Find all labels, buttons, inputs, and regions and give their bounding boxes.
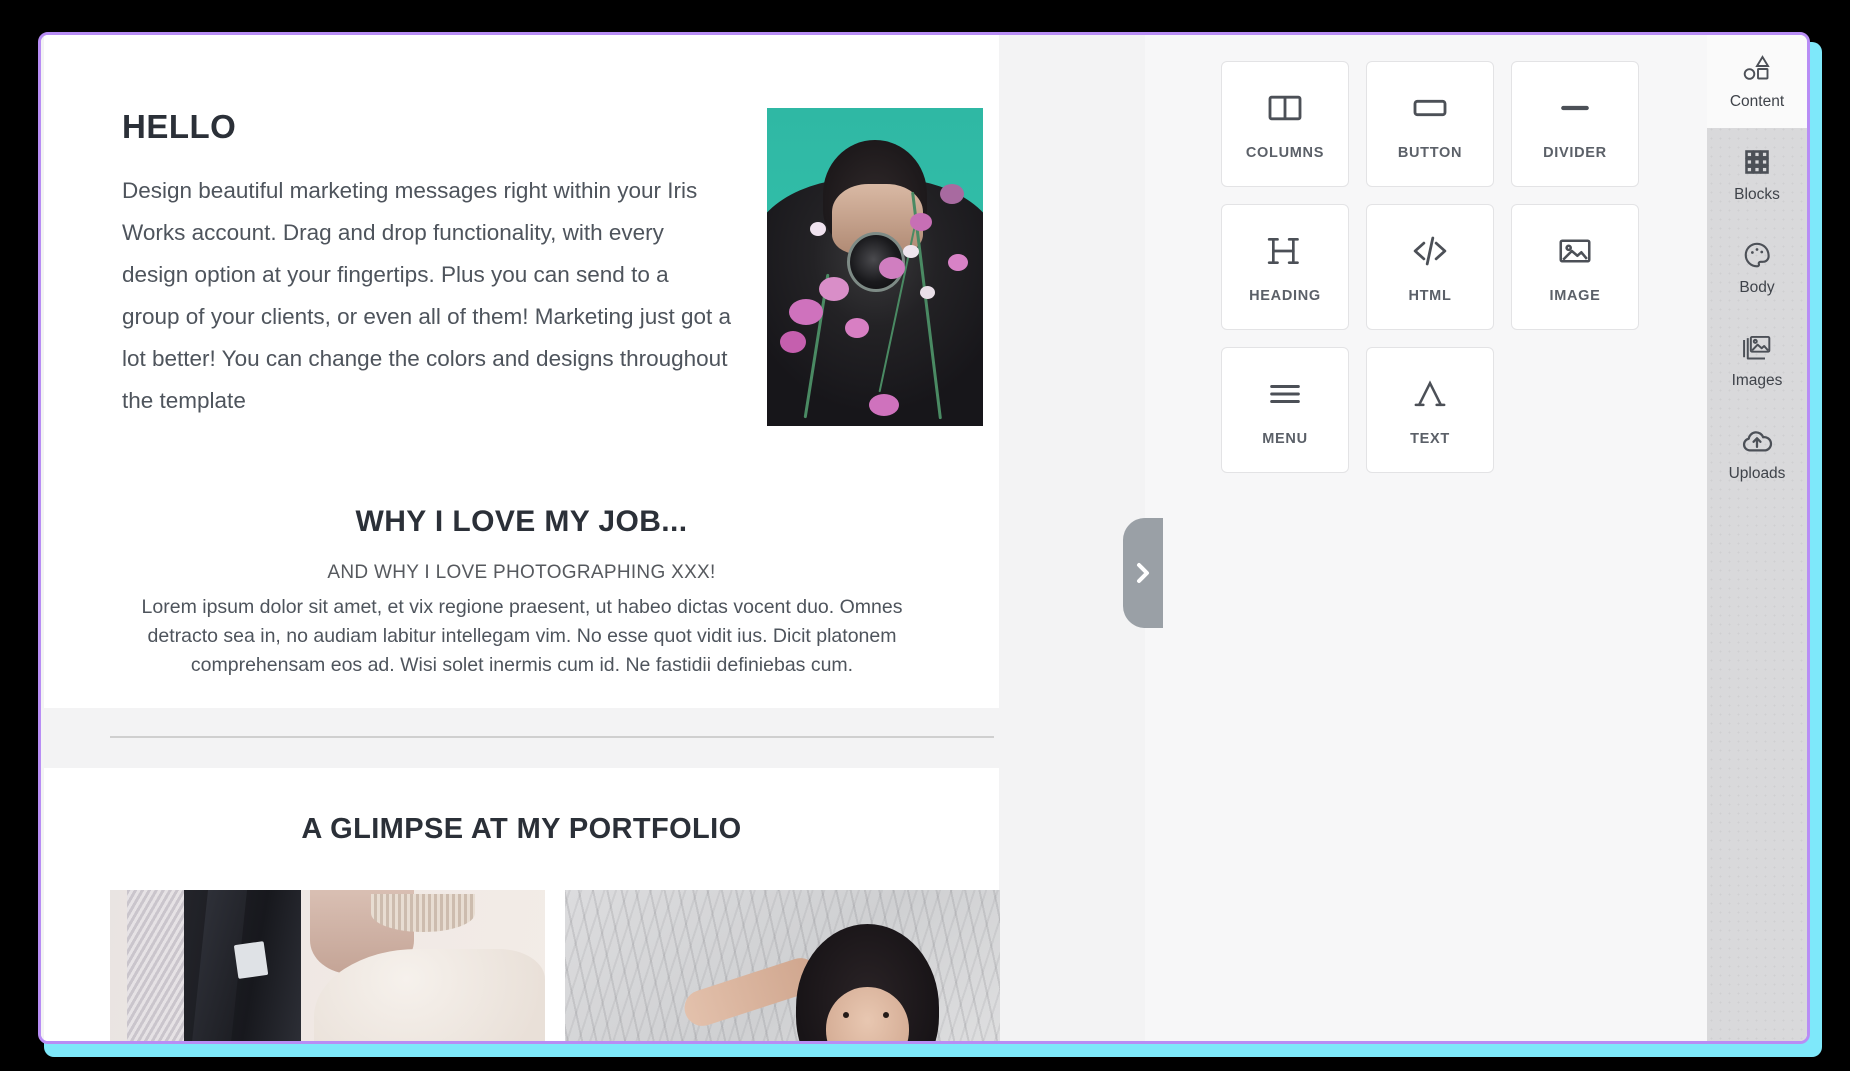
content-tile-label: DIVIDER bbox=[1543, 145, 1607, 161]
section-heading: WHY I LOVE MY JOB... bbox=[355, 505, 688, 538]
portfolio-image-2[interactable] bbox=[565, 890, 1000, 1041]
rail-tab-label: Images bbox=[1731, 372, 1783, 389]
content-tile-button[interactable]: BUTTON bbox=[1366, 61, 1494, 187]
portfolio-image-row bbox=[110, 890, 1000, 1041]
code-icon bbox=[1409, 230, 1451, 272]
content-tile-label: IMAGE bbox=[1549, 288, 1601, 304]
email-block-portfolio[interactable]: A GLIMPSE AT MY PORTFOLIO bbox=[44, 768, 1000, 1041]
content-tile-grid: COLUMNS BUTTON DIVIDER HEADING HTML IMAG… bbox=[1221, 61, 1641, 473]
panel-tab-rail: Content Blocks Body Images Uploads bbox=[1707, 35, 1807, 1041]
shapes-icon bbox=[1741, 52, 1773, 86]
palette-icon bbox=[1742, 238, 1772, 272]
chevron-right-icon bbox=[1133, 559, 1153, 587]
content-tile-menu[interactable]: MENU bbox=[1221, 347, 1349, 473]
content-tile-html[interactable]: HTML bbox=[1366, 204, 1494, 330]
portfolio-heading: A GLIMPSE AT MY PORTFOLIO bbox=[301, 813, 742, 845]
content-tile-image[interactable]: IMAGE bbox=[1511, 204, 1639, 330]
section-paragraph: Lorem ipsum dolor sit amet, et vix regio… bbox=[141, 596, 903, 676]
heading-icon bbox=[1265, 230, 1305, 272]
content-tile-label: COLUMNS bbox=[1245, 145, 1325, 161]
panel-collapse-handle[interactable] bbox=[1123, 518, 1163, 628]
hello-heading: HELLO bbox=[122, 108, 237, 145]
menu-icon bbox=[1265, 373, 1305, 415]
content-tile-label: BUTTON bbox=[1397, 145, 1463, 161]
content-tile-label: HTML bbox=[1408, 288, 1452, 304]
cloud-upload-icon bbox=[1741, 424, 1773, 458]
rail-tab-uploads[interactable]: Uploads bbox=[1707, 407, 1807, 500]
email-block-intro[interactable]: HELLO Design beautiful marketing message… bbox=[44, 35, 999, 708]
rail-tab-blocks[interactable]: Blocks bbox=[1707, 128, 1807, 221]
rail-tab-images[interactable]: Images bbox=[1707, 314, 1807, 407]
grid-icon bbox=[1743, 145, 1771, 179]
content-tile-columns[interactable]: COLUMNS bbox=[1221, 61, 1349, 187]
email-canvas[interactable]: HELLO Design beautiful marketing message… bbox=[41, 35, 1145, 1041]
content-blocks-panel: COLUMNS BUTTON DIVIDER HEADING HTML IMAG… bbox=[1194, 35, 1654, 1041]
content-tile-text[interactable]: TEXT bbox=[1366, 347, 1494, 473]
content-tile-divider[interactable]: DIVIDER bbox=[1511, 61, 1639, 187]
rail-tab-label: Content bbox=[1729, 93, 1785, 110]
hello-paragraph: Design beautiful marketing messages righ… bbox=[122, 178, 732, 413]
hero-image[interactable] bbox=[767, 108, 983, 426]
section-subheading: AND WHY I LOVE PHOTOGRAPHING XXX! bbox=[327, 562, 716, 583]
email-builder-app: HELLO Design beautiful marketing message… bbox=[38, 32, 1810, 1044]
columns-icon bbox=[1265, 87, 1305, 129]
rail-tab-body[interactable]: Body bbox=[1707, 221, 1807, 314]
rail-tab-content[interactable]: Content bbox=[1707, 35, 1807, 128]
content-tile-heading[interactable]: HEADING bbox=[1221, 204, 1349, 330]
text-icon bbox=[1410, 373, 1450, 415]
content-tile-label: MENU bbox=[1262, 431, 1308, 447]
rail-tab-label: Body bbox=[1739, 279, 1775, 296]
button-icon bbox=[1410, 87, 1450, 129]
content-tile-label: HEADING bbox=[1249, 288, 1321, 304]
divider-icon bbox=[1555, 87, 1595, 129]
content-tile-label: TEXT bbox=[1410, 431, 1450, 447]
rail-tab-label: Blocks bbox=[1734, 186, 1780, 203]
rail-tab-label: Uploads bbox=[1728, 465, 1786, 482]
divider-rule bbox=[110, 736, 994, 738]
email-block-divider[interactable] bbox=[44, 708, 999, 768]
photos-icon bbox=[1741, 331, 1773, 365]
image-icon bbox=[1556, 230, 1594, 272]
portfolio-image-1[interactable] bbox=[110, 890, 545, 1041]
